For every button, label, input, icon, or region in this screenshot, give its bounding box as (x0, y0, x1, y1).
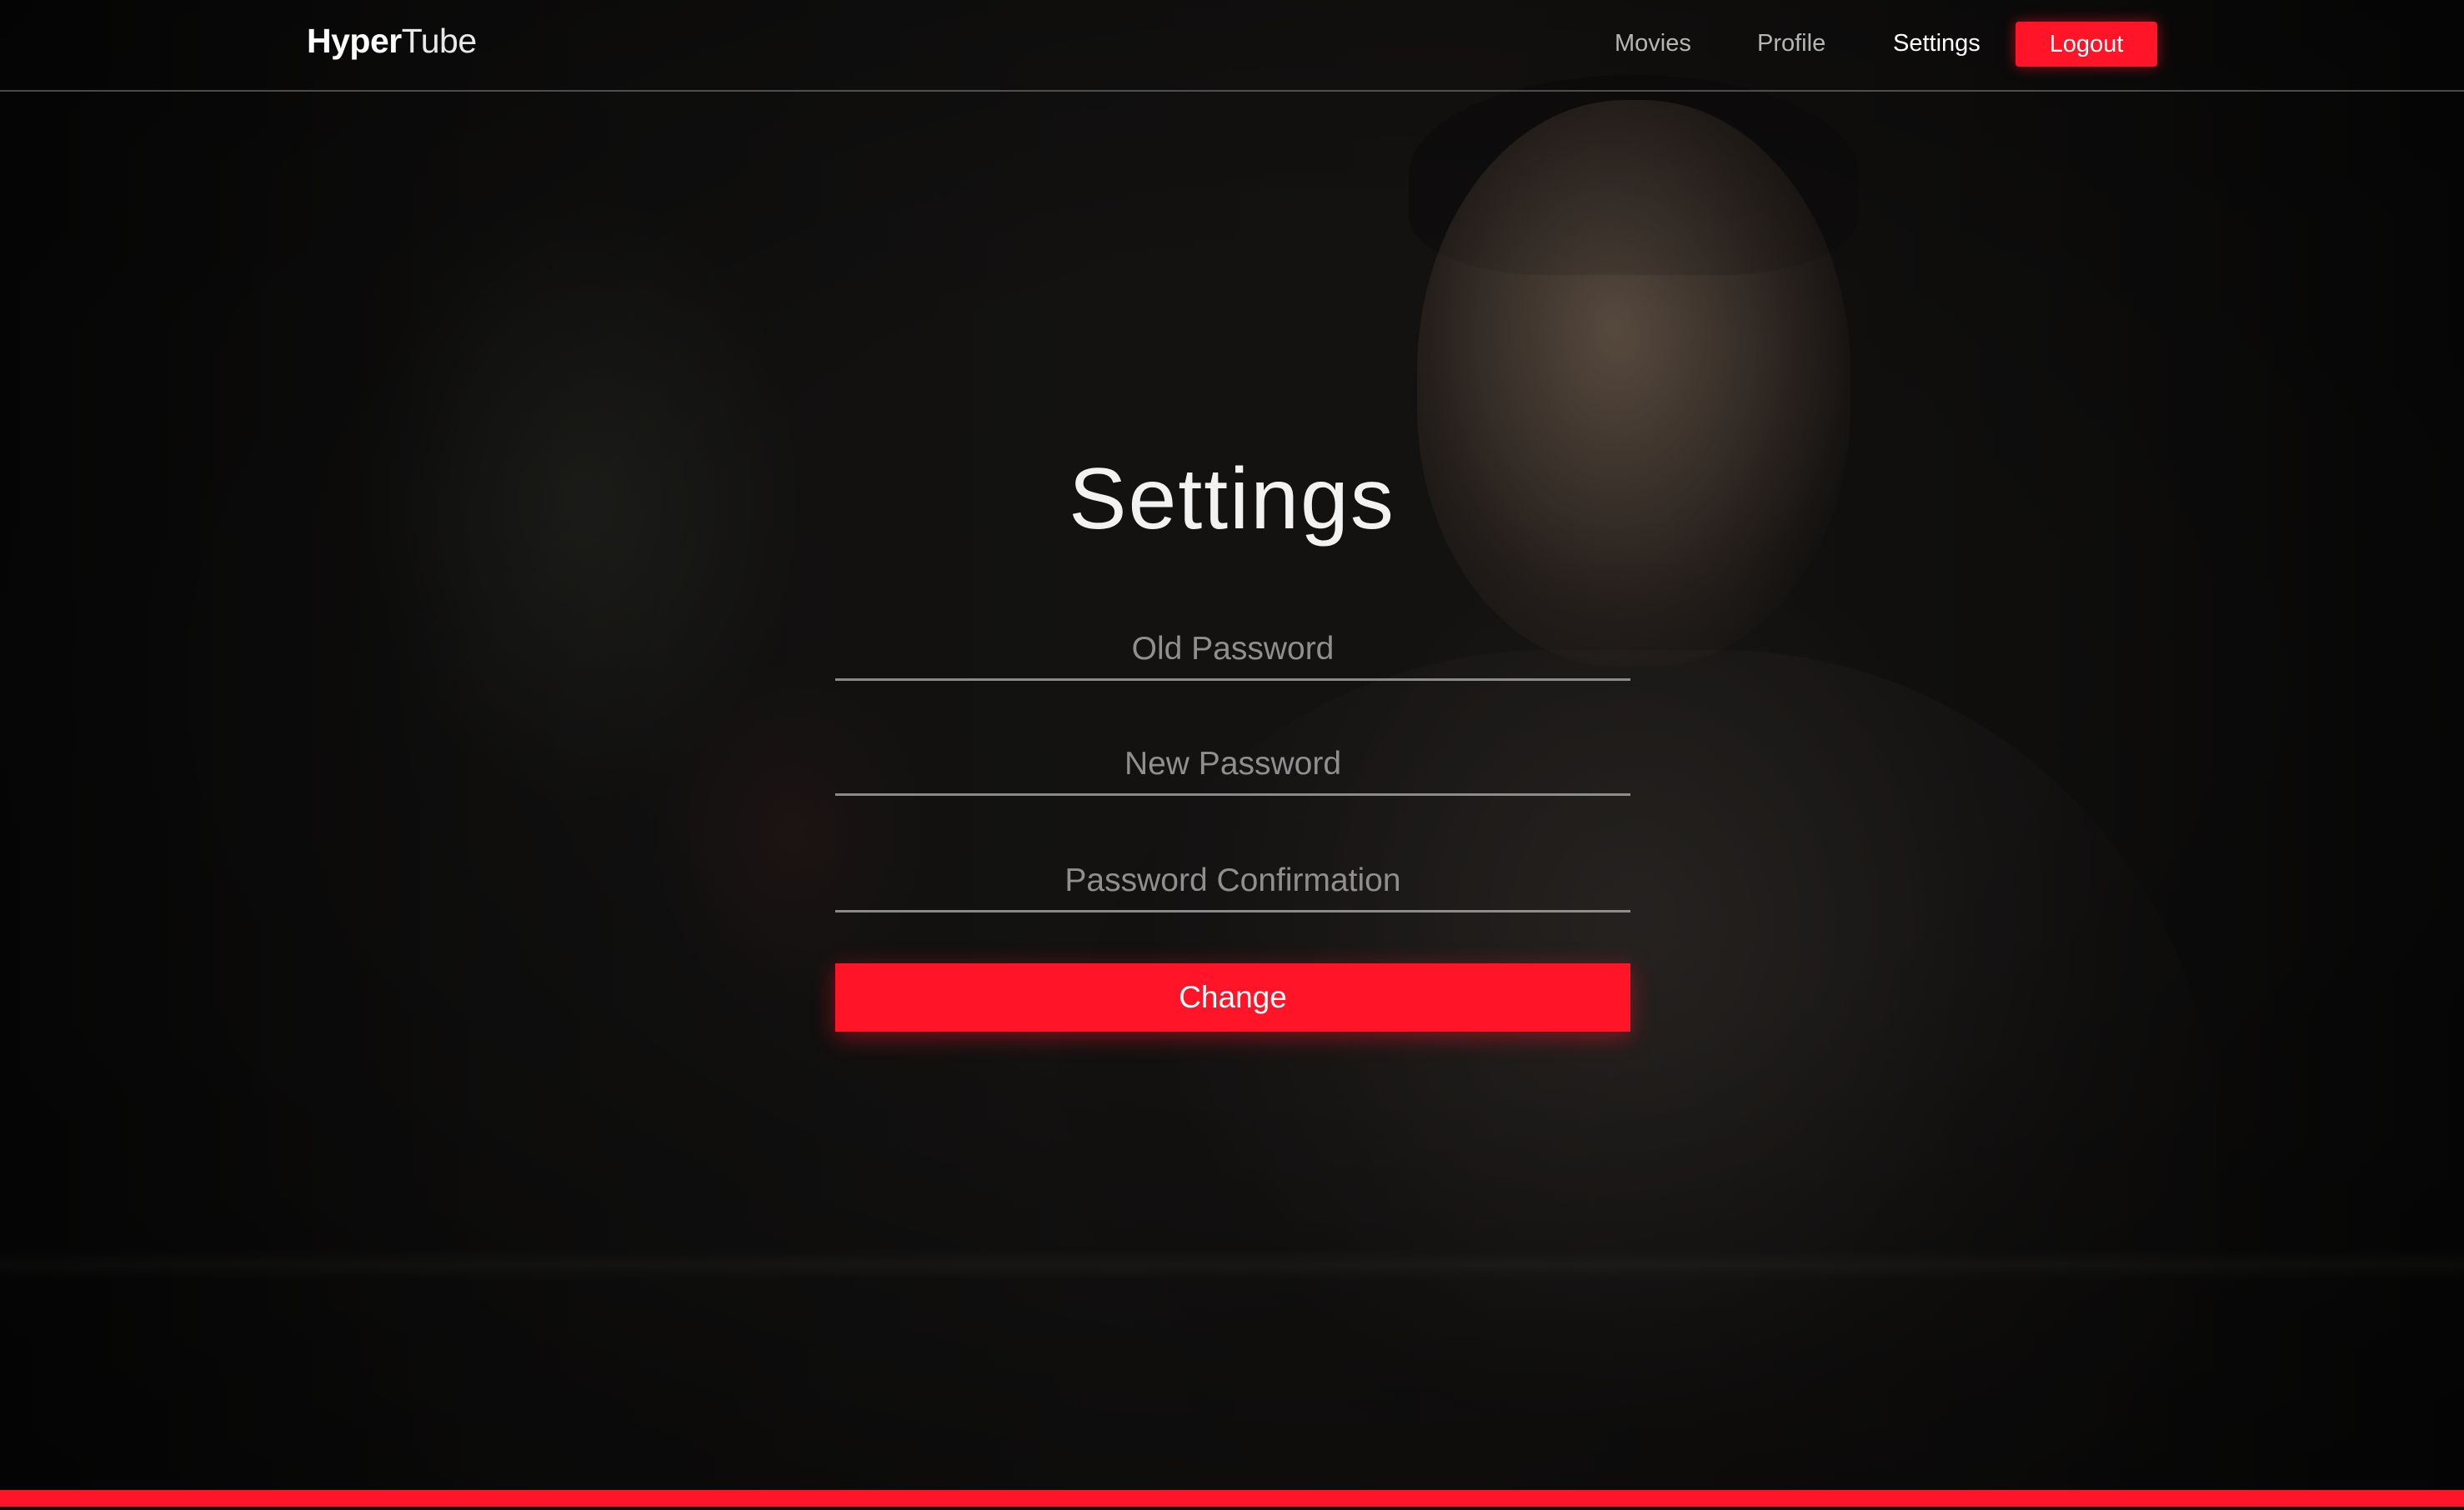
page-title: Settings (1069, 451, 1395, 548)
page: HyperTube Movies Profile Settings Logout… (0, 0, 2464, 1510)
brand-name-light: Tube (401, 22, 477, 60)
nav-link-movies[interactable]: Movies (1615, 30, 1691, 58)
old-password-input[interactable] (835, 620, 1630, 681)
bottom-edge (0, 1507, 2464, 1510)
change-password-button[interactable]: Change (835, 963, 1630, 1032)
new-password-input[interactable] (835, 735, 1630, 796)
password-confirmation-input[interactable] (835, 852, 1630, 912)
nav-link-profile[interactable]: Profile (1757, 30, 1825, 58)
brand-logo[interactable]: HyperTube (307, 22, 477, 61)
nav-link-settings[interactable]: Settings (1893, 30, 1981, 58)
brand-name-bold: Hyper (307, 22, 402, 60)
logout-button[interactable]: Logout (2016, 22, 2157, 67)
top-navbar: HyperTube Movies Profile Settings Logout (0, 0, 2464, 92)
